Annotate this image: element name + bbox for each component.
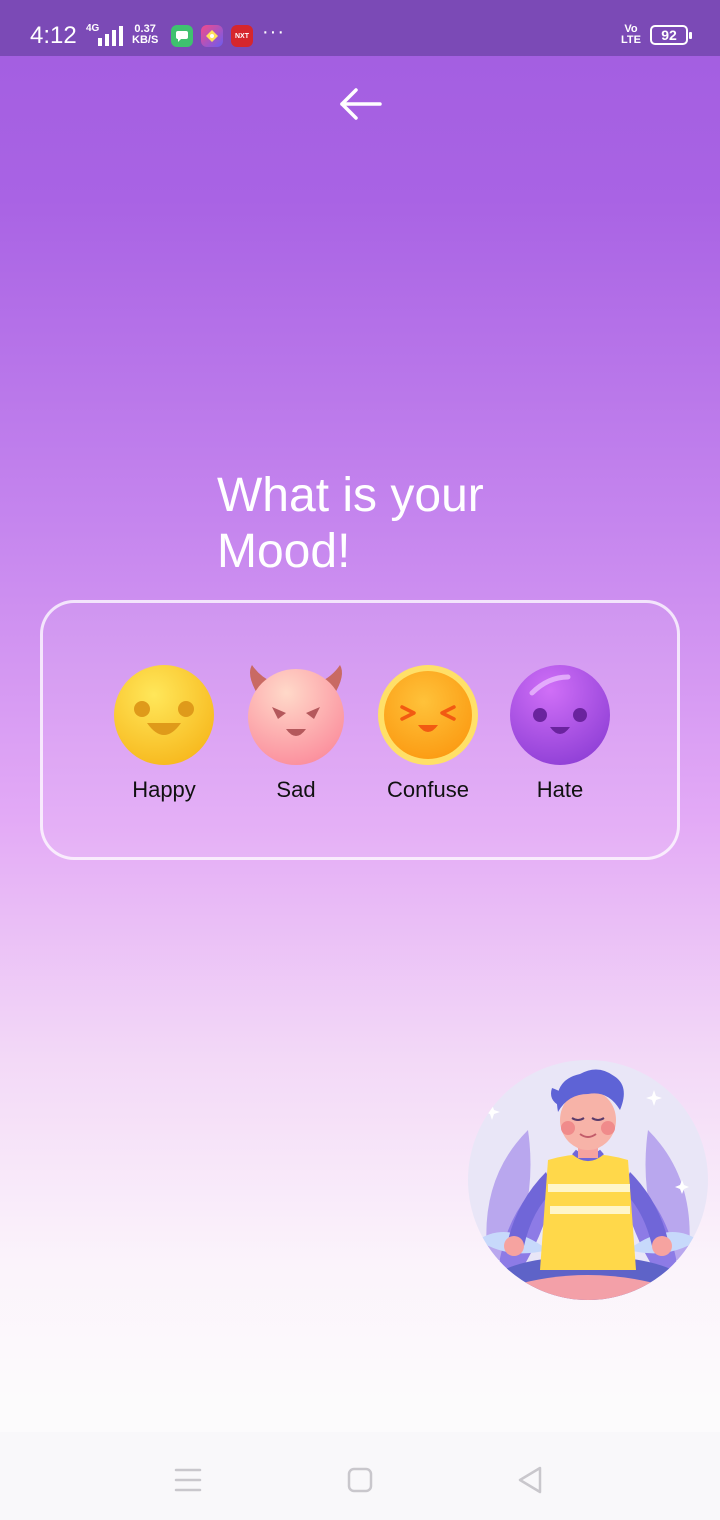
nav-home-button[interactable]: [340, 1460, 380, 1500]
devil-face-icon: [248, 665, 344, 765]
signal-icon: [98, 26, 123, 46]
mood-label-sad: Sad: [276, 777, 316, 802]
mood-label-confuse: Confuse: [387, 777, 469, 802]
network-speed: 0.37 KB/S: [132, 24, 158, 46]
mood-label-hate: Hate: [536, 777, 584, 802]
mood-option-confuse[interactable]: Confuse: [363, 663, 493, 803]
status-bar: 4:12 4G 0.37 KB/S NXT ··· Vo LTE 92: [0, 0, 720, 56]
back-button[interactable]: [336, 84, 384, 124]
title-line-1: What is your: [217, 469, 484, 522]
mood-option-sad[interactable]: Sad: [231, 663, 361, 803]
status-time: 4:12: [30, 22, 77, 49]
message-icon: [171, 25, 193, 47]
menu-icon: [174, 1468, 202, 1492]
mood-option-happy[interactable]: Happy: [99, 663, 229, 803]
nav-menu-button[interactable]: [168, 1460, 208, 1500]
happy-face-icon: [114, 665, 214, 765]
more-notifications-icon: ···: [262, 21, 285, 43]
mood-option-hate[interactable]: Hate: [495, 663, 625, 803]
mood-label-happy: Happy: [132, 777, 196, 802]
title-line-2: Mood!: [217, 525, 351, 578]
battery-icon: 92: [650, 25, 692, 45]
mood-selector-card: Happy Sad Confuse Hate: [40, 600, 680, 860]
volte-bottom: LTE: [621, 34, 641, 46]
squinting-face-icon: [378, 665, 478, 765]
nav-back-button[interactable]: [510, 1460, 550, 1500]
back-triangle-icon: [518, 1466, 542, 1494]
purple-face-icon: [510, 665, 610, 765]
pinwheel-icon: [201, 25, 223, 47]
home-square-icon: [347, 1467, 373, 1493]
news-app-label: NXT: [235, 32, 249, 40]
arrow-left-icon: [340, 88, 382, 120]
battery-level: 92: [661, 27, 677, 43]
news-next-icon: NXT: [231, 25, 253, 47]
volte-indicator: Vo LTE: [621, 24, 641, 46]
system-nav-bar: [0, 1432, 720, 1520]
speed-unit: KB/S: [132, 34, 159, 46]
meditating-person-illustration: [468, 1060, 708, 1300]
page-title: What is your Mood!: [217, 468, 537, 580]
